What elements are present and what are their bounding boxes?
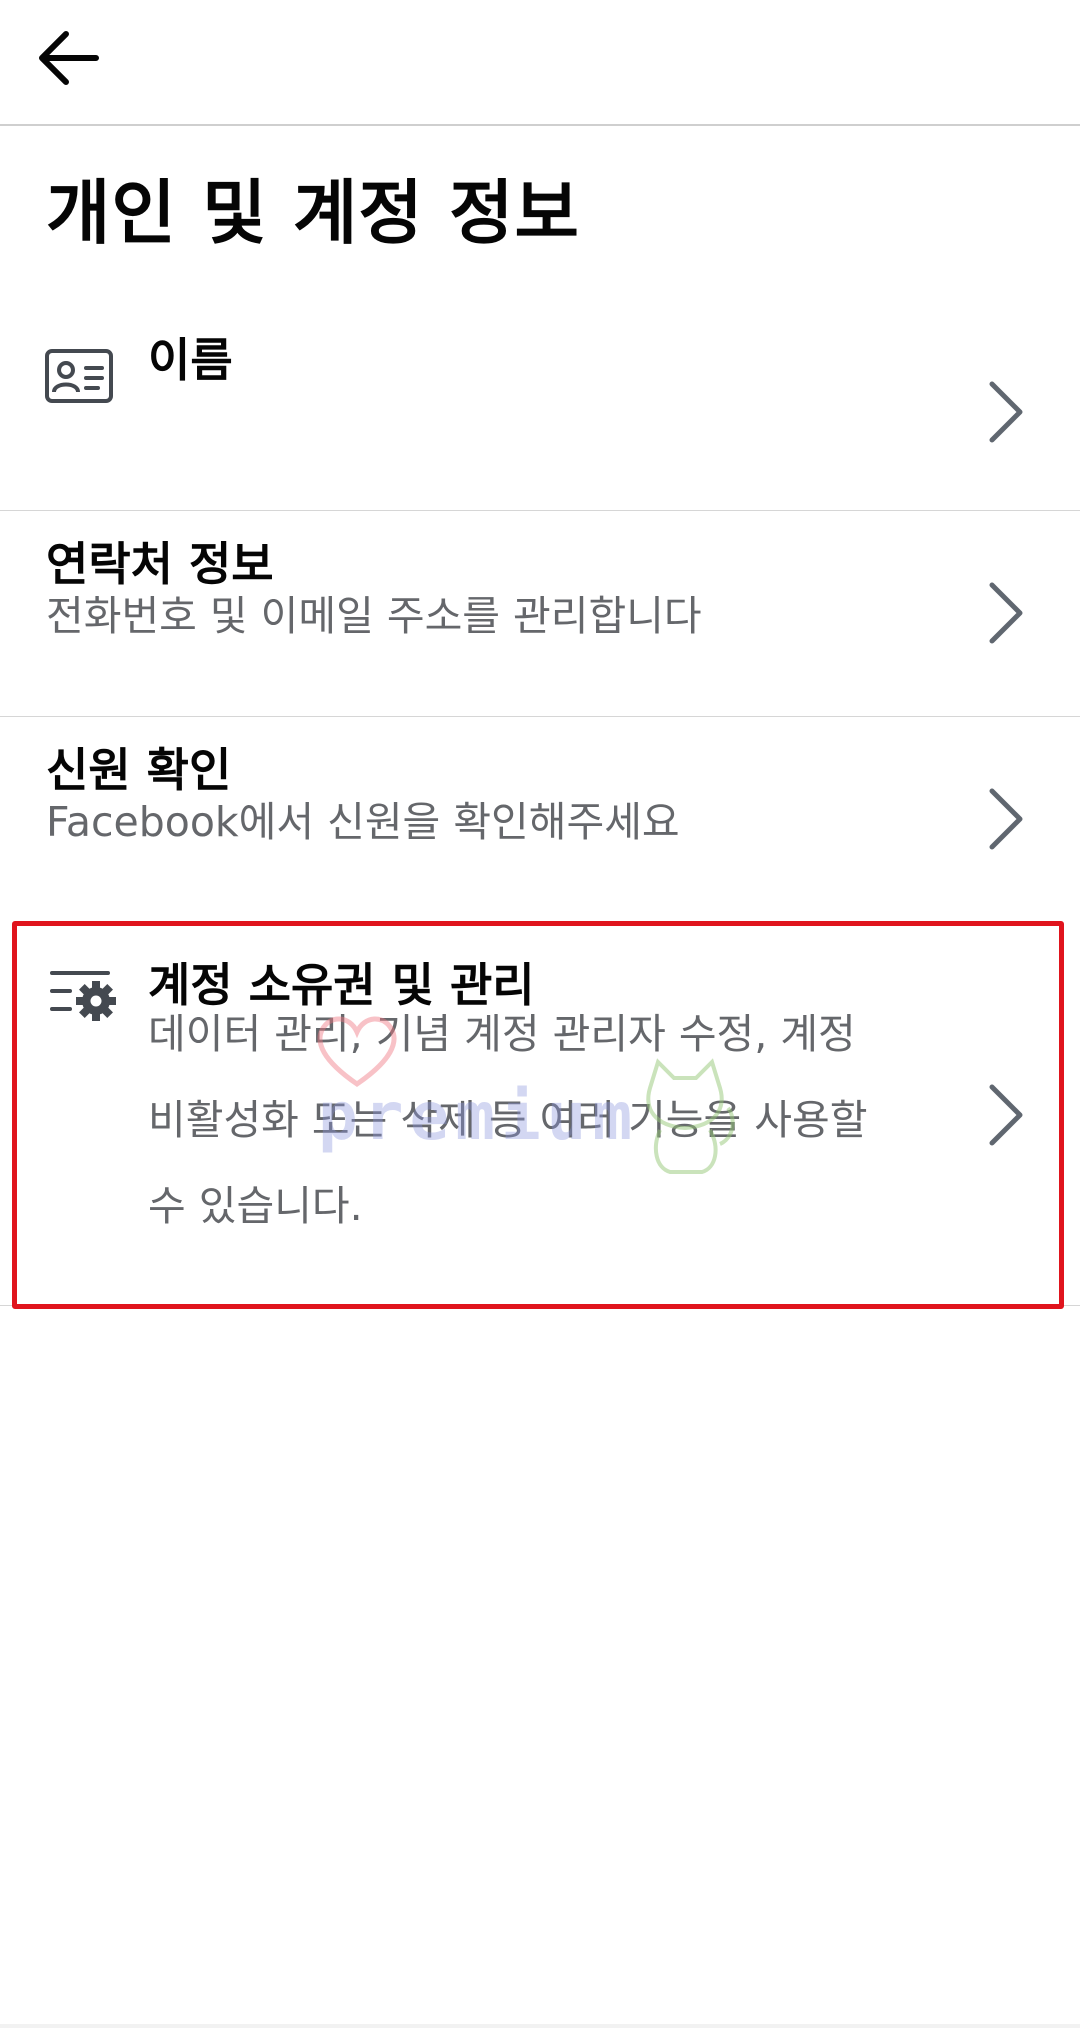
divider bbox=[0, 1305, 1080, 1306]
settings-row-name[interactable]: 이름 bbox=[0, 310, 1080, 510]
chevron-right-icon bbox=[989, 788, 1023, 850]
page-title: 개인 및 계정 정보 bbox=[46, 172, 580, 254]
chevron-right-icon bbox=[989, 381, 1023, 443]
chevron-right-icon bbox=[989, 1084, 1023, 1146]
row-subtitle: 전화번호 및 이메일 주소를 관리합니다 bbox=[46, 592, 702, 640]
arrow-left-icon bbox=[39, 31, 99, 85]
bottom-edge bbox=[0, 2024, 1080, 2028]
settings-row-ownership[interactable]: 계정 소유권 및 관리 데이터 관리, 기념 계정 관리자 수정, 계정 비활성… bbox=[0, 923, 1080, 1305]
row-subtitle-line: 비활성화 또는 삭제 등 여러 기능을 사용할 bbox=[148, 1096, 868, 1144]
row-subtitle: Facebook에서 신원을 확인해주세요 bbox=[46, 798, 680, 846]
chevron-right-icon bbox=[989, 582, 1023, 644]
settings-row-contact[interactable]: 연락처 정보 전화번호 및 이메일 주소를 관리합니다 bbox=[0, 511, 1080, 716]
row-title: 이름 bbox=[148, 333, 233, 387]
row-subtitle: 데이터 관리, 기념 계정 관리자 수정, 계정 비활성화 또는 삭제 등 여러… bbox=[148, 991, 948, 1249]
top-app-bar bbox=[0, 0, 1080, 126]
back-button[interactable] bbox=[26, 20, 110, 96]
id-card-icon bbox=[45, 349, 113, 403]
settings-list-icon bbox=[50, 971, 116, 1021]
row-subtitle-line: 데이터 관리, 기념 계정 관리자 수정, 계정 bbox=[148, 1010, 856, 1058]
settings-row-identity[interactable]: 신원 확인 Facebook에서 신원을 확인해주세요 bbox=[0, 717, 1080, 922]
row-subtitle-line: 수 있습니다. bbox=[148, 1182, 363, 1230]
